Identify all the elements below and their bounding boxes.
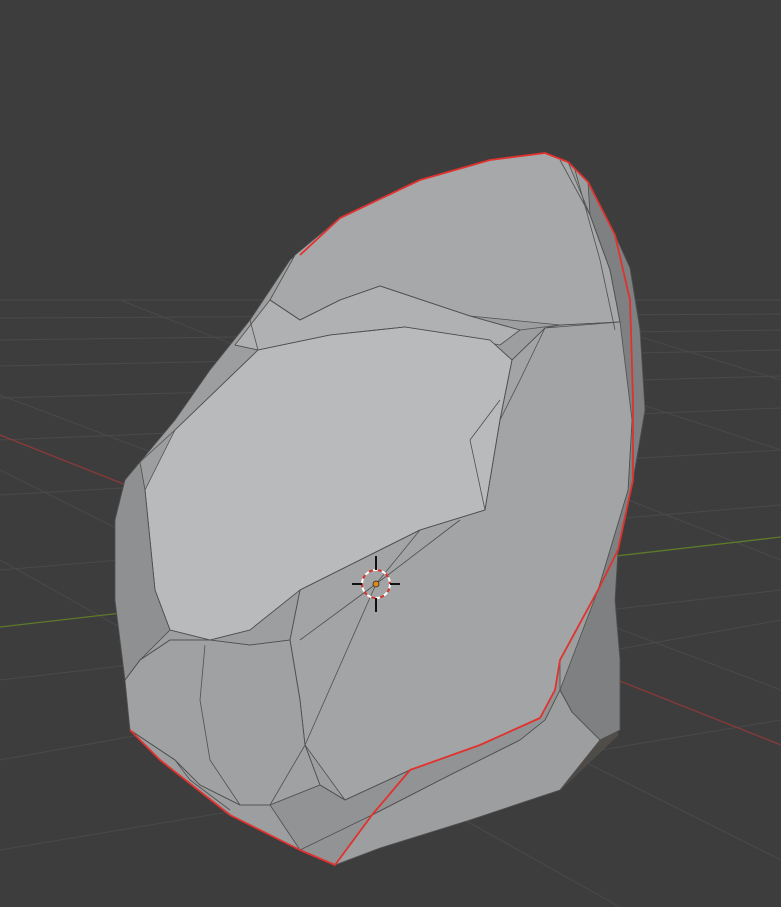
object-origin-dot <box>372 580 380 588</box>
mesh-lower-left-face <box>124 639 321 806</box>
viewport-canvas[interactable] <box>0 0 781 907</box>
mesh-top-face <box>269 152 621 326</box>
rock-mesh[interactable] <box>114 152 646 866</box>
3d-viewport[interactable] <box>0 0 781 907</box>
